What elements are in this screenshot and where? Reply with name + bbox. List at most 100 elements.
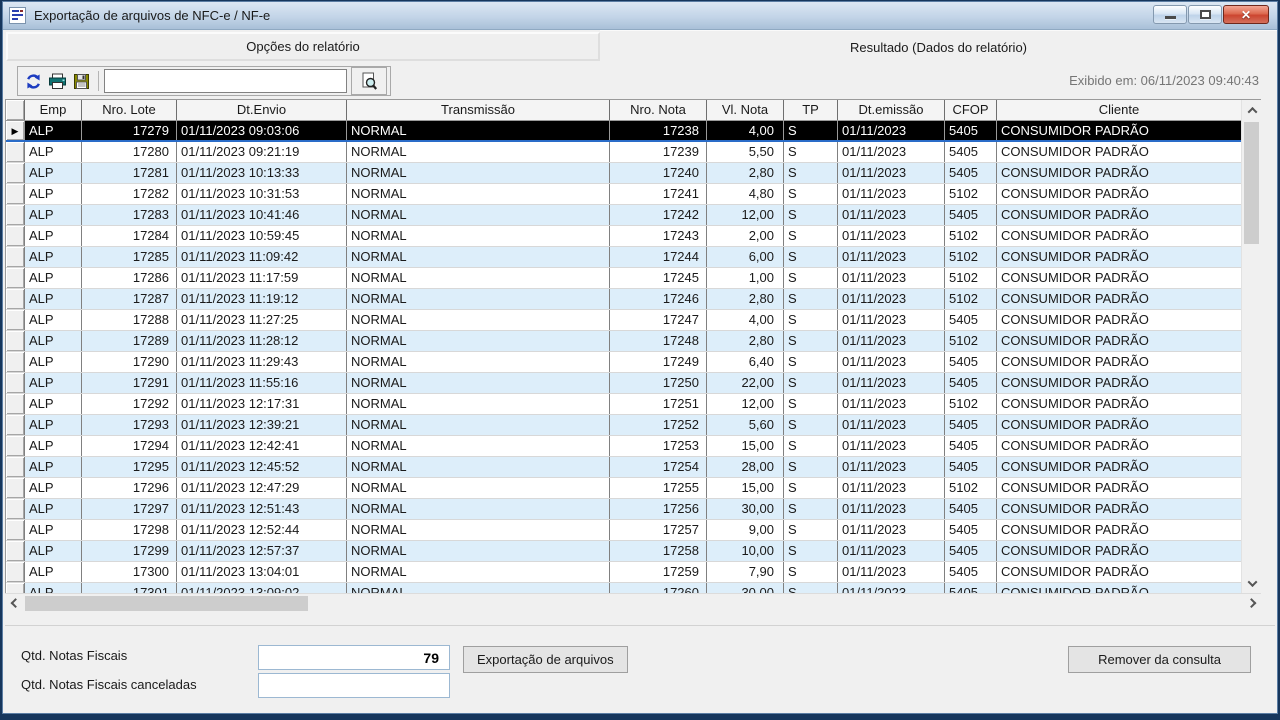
cell-tp: S [783,289,837,309]
cell-vl-nota: 4,00 [706,310,783,330]
vertical-scrollbar[interactable] [1241,100,1261,593]
column-header-dt-envio[interactable]: Dt.Envio [176,100,346,120]
table-row[interactable]: ALP1729601/11/2023 12:47:29NORMAL1725515… [6,478,1241,499]
toolbar-separator [98,71,99,91]
table-row[interactable]: ALP1729001/11/2023 11:29:43NORMAL172496,… [6,352,1241,373]
table-row[interactable]: ALP1729801/11/2023 12:52:44NORMAL172579,… [6,520,1241,541]
column-header-cliente[interactable]: Cliente [996,100,1241,120]
cell-cliente: CONSUMIDOR PADRÃO [996,184,1241,204]
table-row[interactable]: ALP1728001/11/2023 09:21:19NORMAL172395,… [6,142,1241,163]
cell-dt-emissao: 01/11/2023 [837,163,944,183]
search-input[interactable] [104,69,347,93]
qtd-canceladas-field[interactable] [258,673,450,698]
cell-nro-lote: 17279 [81,121,176,140]
cell-tp: S [783,163,837,183]
table-row[interactable]: ALP1728601/11/2023 11:17:59NORMAL172451,… [6,268,1241,289]
chevron-right-icon [1246,598,1256,608]
cell-nro-lote: 17287 [81,289,176,309]
cell-nro-nota: 17244 [609,247,706,267]
cell-cliente: CONSUMIDOR PADRÃO [996,163,1241,183]
export-files-button[interactable]: Exportação de arquivos [463,646,628,673]
table-row[interactable]: ALP1728101/11/2023 10:13:33NORMAL172402,… [6,163,1241,184]
cell-cfop: 5405 [944,499,996,519]
column-header-cfop[interactable]: CFOP [944,100,996,120]
print-button[interactable] [45,70,69,92]
tab-opcoes-relatorio[interactable]: Opções do relatório [6,32,600,61]
cell-tp: S [783,541,837,561]
remove-from-query-button[interactable]: Remover da consulta [1068,646,1251,673]
table-row[interactable]: ALP1729701/11/2023 12:51:43NORMAL1725630… [6,499,1241,520]
cell-vl-nota: 15,00 [706,478,783,498]
table-row[interactable]: ALP1729201/11/2023 12:17:31NORMAL1725112… [6,394,1241,415]
cell-cfop: 5102 [944,226,996,246]
cell-vl-nota: 28,00 [706,457,783,477]
column-header-nro-nota[interactable]: Nro. Nota [609,100,706,120]
cell-cliente: CONSUMIDOR PADRÃO [996,415,1241,435]
cell-transmissao: NORMAL [346,394,609,414]
table-row[interactable]: ALP1728501/11/2023 11:09:42NORMAL172446,… [6,247,1241,268]
table-row[interactable]: ALP1729901/11/2023 12:57:37NORMAL1725810… [6,541,1241,562]
table-row[interactable]: ALP1729401/11/2023 12:42:41NORMAL1725315… [6,436,1241,457]
titlebar[interactable]: Exportação de arquivos de NFC-e / NF-e ✕ [3,2,1277,30]
cell-dt-envio: 01/11/2023 13:04:01 [176,562,346,582]
horizontal-scrollbar[interactable] [5,593,1261,613]
column-header-tp[interactable]: TP [783,100,837,120]
scroll-left-button[interactable] [5,594,25,614]
cell-transmissao: NORMAL [346,373,609,393]
cell-cliente: CONSUMIDOR PADRÃO [996,457,1241,477]
cell-dt-emissao: 01/11/2023 [837,478,944,498]
qtd-notas-field[interactable] [258,645,450,670]
tab-resultado[interactable]: Resultado (Dados do relatório) [600,30,1277,63]
row-gutter [6,205,24,225]
horizontal-scroll-thumb[interactable] [25,596,308,611]
preview-report-button[interactable] [351,67,387,95]
cell-cliente: CONSUMIDOR PADRÃO [996,352,1241,372]
column-header-emp[interactable]: Emp [24,100,81,120]
selected-row-indicator: ▶ [6,121,24,140]
column-header-vl-nota[interactable]: Vl. Nota [706,100,783,120]
cell-dt-emissao: 01/11/2023 [837,520,944,540]
column-header-nro-lote[interactable]: Nro. Lote [81,100,176,120]
row-gutter [6,373,24,393]
cell-cfop: 5405 [944,352,996,372]
scroll-right-button[interactable] [1241,594,1261,614]
cell-vl-nota: 1,00 [706,268,783,288]
cell-dt-emissao: 01/11/2023 [837,541,944,561]
cell-dt-envio: 01/11/2023 09:21:19 [176,142,346,162]
maximize-button[interactable] [1188,5,1222,24]
cell-cliente: CONSUMIDOR PADRÃO [996,436,1241,456]
column-header-dt-emissao[interactable]: Dt.emissão [837,100,944,120]
table-row[interactable]: ALP1730101/11/2023 13:09:02NORMAL1726030… [6,583,1241,593]
table-row[interactable]: ALP1729501/11/2023 12:45:52NORMAL1725428… [6,457,1241,478]
save-button[interactable] [69,70,93,92]
table-row[interactable]: ALP1729101/11/2023 11:55:16NORMAL1725022… [6,373,1241,394]
cell-cfop: 5405 [944,415,996,435]
table-row[interactable]: ALP1728401/11/2023 10:59:45NORMAL172432,… [6,226,1241,247]
cell-vl-nota: 2,80 [706,289,783,309]
close-button[interactable]: ✕ [1223,5,1269,24]
column-header-transmissao[interactable]: Transmissão [346,100,609,120]
scroll-down-button[interactable] [1242,573,1262,593]
table-row[interactable]: ▶ALP1727901/11/2023 09:03:06NORMAL172384… [6,121,1241,142]
row-gutter [6,142,24,162]
cell-dt-emissao: 01/11/2023 [837,247,944,267]
minimize-button[interactable] [1153,5,1187,24]
table-row[interactable]: ALP1728701/11/2023 11:19:12NORMAL172462,… [6,289,1241,310]
cell-vl-nota: 4,80 [706,184,783,204]
cell-emp: ALP [24,121,81,140]
table-row[interactable]: ALP1728901/11/2023 11:28:12NORMAL172482,… [6,331,1241,352]
cell-dt-envio: 01/11/2023 12:47:29 [176,478,346,498]
table-row[interactable]: ALP1730001/11/2023 13:04:01NORMAL172597,… [6,562,1241,583]
toolbar: Exibido em: 06/11/2023 09:40:43 [3,63,1277,99]
table-row[interactable]: ALP1728801/11/2023 11:27:25NORMAL172474,… [6,310,1241,331]
table-row[interactable]: ALP1728201/11/2023 10:31:53NORMAL172414,… [6,184,1241,205]
table-row[interactable]: ALP1728301/11/2023 10:41:46NORMAL1724212… [6,205,1241,226]
table-row[interactable]: ALP1729301/11/2023 12:39:21NORMAL172525,… [6,415,1241,436]
cell-nro-nota: 17239 [609,142,706,162]
vertical-scroll-thumb[interactable] [1244,122,1259,244]
cell-transmissao: NORMAL [346,499,609,519]
cell-dt-emissao: 01/11/2023 [837,394,944,414]
scroll-up-button[interactable] [1242,100,1262,120]
cell-nro-nota: 17258 [609,541,706,561]
refresh-button[interactable] [21,70,45,92]
